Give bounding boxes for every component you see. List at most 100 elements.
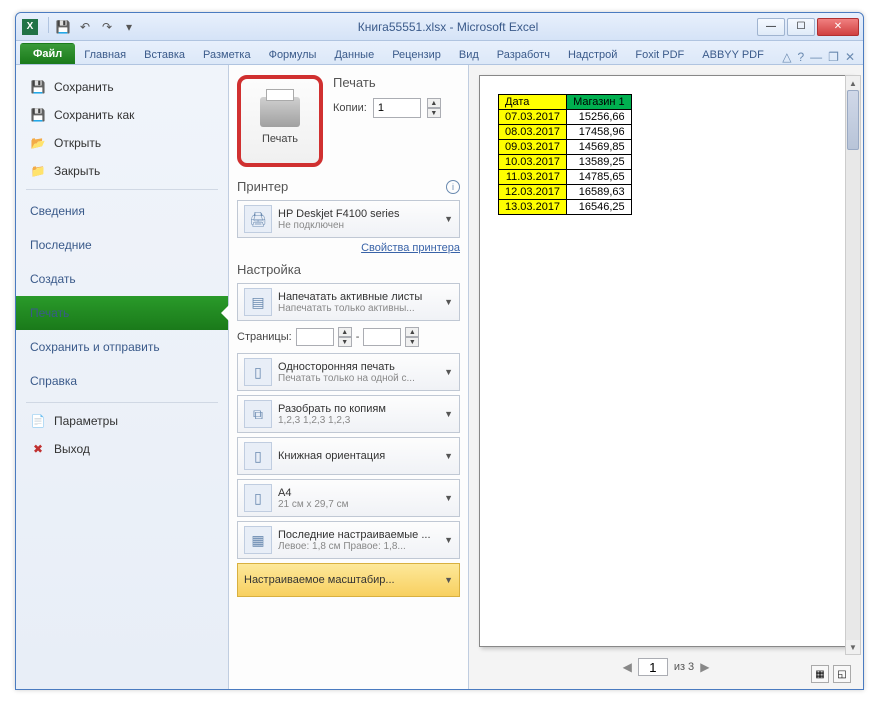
margins-icon: ▦: [244, 526, 272, 554]
table-row: 13.03.201716546,25: [499, 200, 632, 215]
tab-home[interactable]: Главная: [75, 45, 135, 64]
pages-to-input[interactable]: [363, 328, 401, 346]
printer-section-header: Принтер: [237, 179, 288, 194]
spin-up-icon[interactable]: ▲: [338, 327, 352, 337]
chevron-down-icon: ▼: [444, 214, 453, 224]
spin-down-icon[interactable]: ▼: [338, 337, 352, 347]
tab-insert[interactable]: Вставка: [135, 45, 194, 64]
page-number-input[interactable]: [638, 658, 668, 676]
backstage-view: 💾Сохранить 💾Сохранить как 📂Открыть 📁Закр…: [16, 65, 863, 689]
setting-print-active[interactable]: ▤ Напечатать активные листыНапечатать то…: [237, 283, 460, 321]
print-button[interactable]: Печать: [237, 75, 323, 167]
preview-page: Дата Магазин 1 07.03.201715256,66 08.03.…: [479, 75, 853, 647]
copies-input[interactable]: [373, 98, 421, 118]
preview-page-nav: ◀ из 3 ▶: [479, 655, 853, 679]
prev-page-icon[interactable]: ◀: [623, 660, 632, 674]
preview-scrollbar[interactable]: ▲ ▼: [845, 75, 861, 655]
nav-print[interactable]: Печать: [16, 296, 228, 330]
nav-close[interactable]: 📁Закрыть: [16, 157, 228, 185]
minimize-button[interactable]: —: [757, 18, 785, 36]
copies-down-icon[interactable]: ▼: [427, 108, 441, 118]
scroll-down-icon[interactable]: ▼: [846, 640, 860, 654]
tab-review[interactable]: Рецензир: [383, 45, 450, 64]
preview-table: Дата Магазин 1 07.03.201715256,66 08.03.…: [498, 94, 632, 215]
zoom-to-page-icon[interactable]: ◱: [833, 665, 851, 683]
options-icon: 📄: [30, 413, 46, 429]
nav-open[interactable]: 📂Открыть: [16, 129, 228, 157]
tab-data[interactable]: Данные: [325, 45, 383, 64]
tab-layout[interactable]: Разметка: [194, 45, 260, 64]
quick-access-toolbar: 💾 ↶ ↷ ▾: [46, 17, 139, 37]
setting-scaling[interactable]: Настраиваемое масштабир... ▼: [237, 563, 460, 597]
nav-save[interactable]: 💾Сохранить: [16, 73, 228, 101]
nav-help[interactable]: Справка: [16, 364, 228, 398]
tab-addins[interactable]: Надстрой: [559, 45, 626, 64]
tab-abbyy[interactable]: ABBYY PDF: [693, 45, 773, 64]
table-row: 07.03.201715256,66: [499, 110, 632, 125]
table-row: 12.03.201716589,63: [499, 185, 632, 200]
printer-properties-link[interactable]: Свойства принтера: [237, 242, 460, 254]
pages-label: Страницы:: [237, 331, 292, 343]
tab-formulas[interactable]: Формулы: [260, 45, 326, 64]
nav-exit[interactable]: ✖Выход: [16, 435, 228, 463]
backstage-nav: 💾Сохранить 💾Сохранить как 📂Открыть 📁Закр…: [16, 65, 229, 689]
redo-icon[interactable]: ↷: [97, 17, 117, 37]
table-row: 11.03.201714785,65: [499, 170, 632, 185]
spin-up-icon[interactable]: ▲: [405, 327, 419, 337]
nav-info[interactable]: Сведения: [16, 194, 228, 228]
scroll-up-icon[interactable]: ▲: [846, 76, 860, 90]
page-total-label: из 3: [674, 661, 694, 673]
printer-selector[interactable]: 🖨 HP Deskjet F4100 series Не подключен ▼: [237, 200, 460, 238]
nav-save-send[interactable]: Сохранить и отправить: [16, 330, 228, 364]
excel-icon: X: [22, 19, 38, 35]
show-margins-icon[interactable]: ▦: [811, 665, 829, 683]
portrait-icon: ▯: [244, 442, 272, 470]
setting-orientation[interactable]: ▯ Книжная ориентация ▼: [237, 437, 460, 475]
collate-icon: ⧉: [244, 400, 272, 428]
printer-device-icon: 🖨: [244, 205, 272, 233]
excel-window: X 💾 ↶ ↷ ▾ Книга55551.xlsx - Microsoft Ex…: [15, 12, 864, 690]
pages-from-input[interactable]: [296, 328, 334, 346]
nav-options[interactable]: 📄Параметры: [16, 407, 228, 435]
setting-margins[interactable]: ▦ Последние настраиваемые ...Левое: 1,8 …: [237, 521, 460, 559]
printer-info-icon[interactable]: i: [446, 180, 460, 194]
qat-dropdown-icon[interactable]: ▾: [119, 17, 139, 37]
tab-view[interactable]: Вид: [450, 45, 488, 64]
table-header-date: Дата: [499, 95, 567, 110]
next-page-icon[interactable]: ▶: [700, 660, 709, 674]
spin-down-icon[interactable]: ▼: [405, 337, 419, 347]
print-settings-panel: Печать Печать Копии: ▲ ▼ Принтер: [229, 65, 469, 689]
nav-save-as[interactable]: 💾Сохранить как: [16, 101, 228, 129]
setting-onesided[interactable]: ▯ Односторонняя печатьПечатать только на…: [237, 353, 460, 391]
maximize-button[interactable]: ☐: [787, 18, 815, 36]
setting-paper-size[interactable]: ▯ A421 см x 29,7 см ▼: [237, 479, 460, 517]
tab-foxit[interactable]: Foxit PDF: [626, 45, 693, 64]
page-icon: ▯: [244, 358, 272, 386]
ribbon-minimize-icon[interactable]: △: [782, 50, 791, 64]
chevron-down-icon: ▼: [444, 409, 453, 419]
table-header-shop: Магазин 1: [567, 95, 632, 110]
inner-restore-icon[interactable]: ❐: [828, 50, 839, 64]
inner-close-icon[interactable]: ✕: [845, 50, 855, 64]
chevron-down-icon: ▼: [444, 575, 453, 585]
save-icon[interactable]: 💾: [53, 17, 73, 37]
setting-collate[interactable]: ⧉ Разобрать по копиям1,2,3 1,2,3 1,2,3 ▼: [237, 395, 460, 433]
printer-icon: [260, 97, 300, 127]
inner-minimize-icon[interactable]: —: [810, 50, 822, 64]
copies-up-icon[interactable]: ▲: [427, 98, 441, 108]
nav-new[interactable]: Создать: [16, 262, 228, 296]
tab-developer[interactable]: Разработч: [488, 45, 559, 64]
nav-recent[interactable]: Последние: [16, 228, 228, 262]
scroll-thumb[interactable]: [847, 90, 859, 150]
help-icon[interactable]: ?: [797, 50, 804, 64]
sheets-icon: ▤: [244, 288, 272, 316]
chevron-down-icon: ▼: [444, 297, 453, 307]
close-file-icon: 📁: [30, 163, 46, 179]
undo-icon[interactable]: ↶: [75, 17, 95, 37]
settings-section-header: Настройка: [237, 262, 301, 277]
chevron-down-icon: ▼: [444, 535, 453, 545]
save-icon: 💾: [30, 79, 46, 95]
close-button[interactable]: ✕: [817, 18, 859, 36]
titlebar: X 💾 ↶ ↷ ▾ Книга55551.xlsx - Microsoft Ex…: [16, 13, 863, 41]
tab-file[interactable]: Файл: [20, 43, 75, 64]
